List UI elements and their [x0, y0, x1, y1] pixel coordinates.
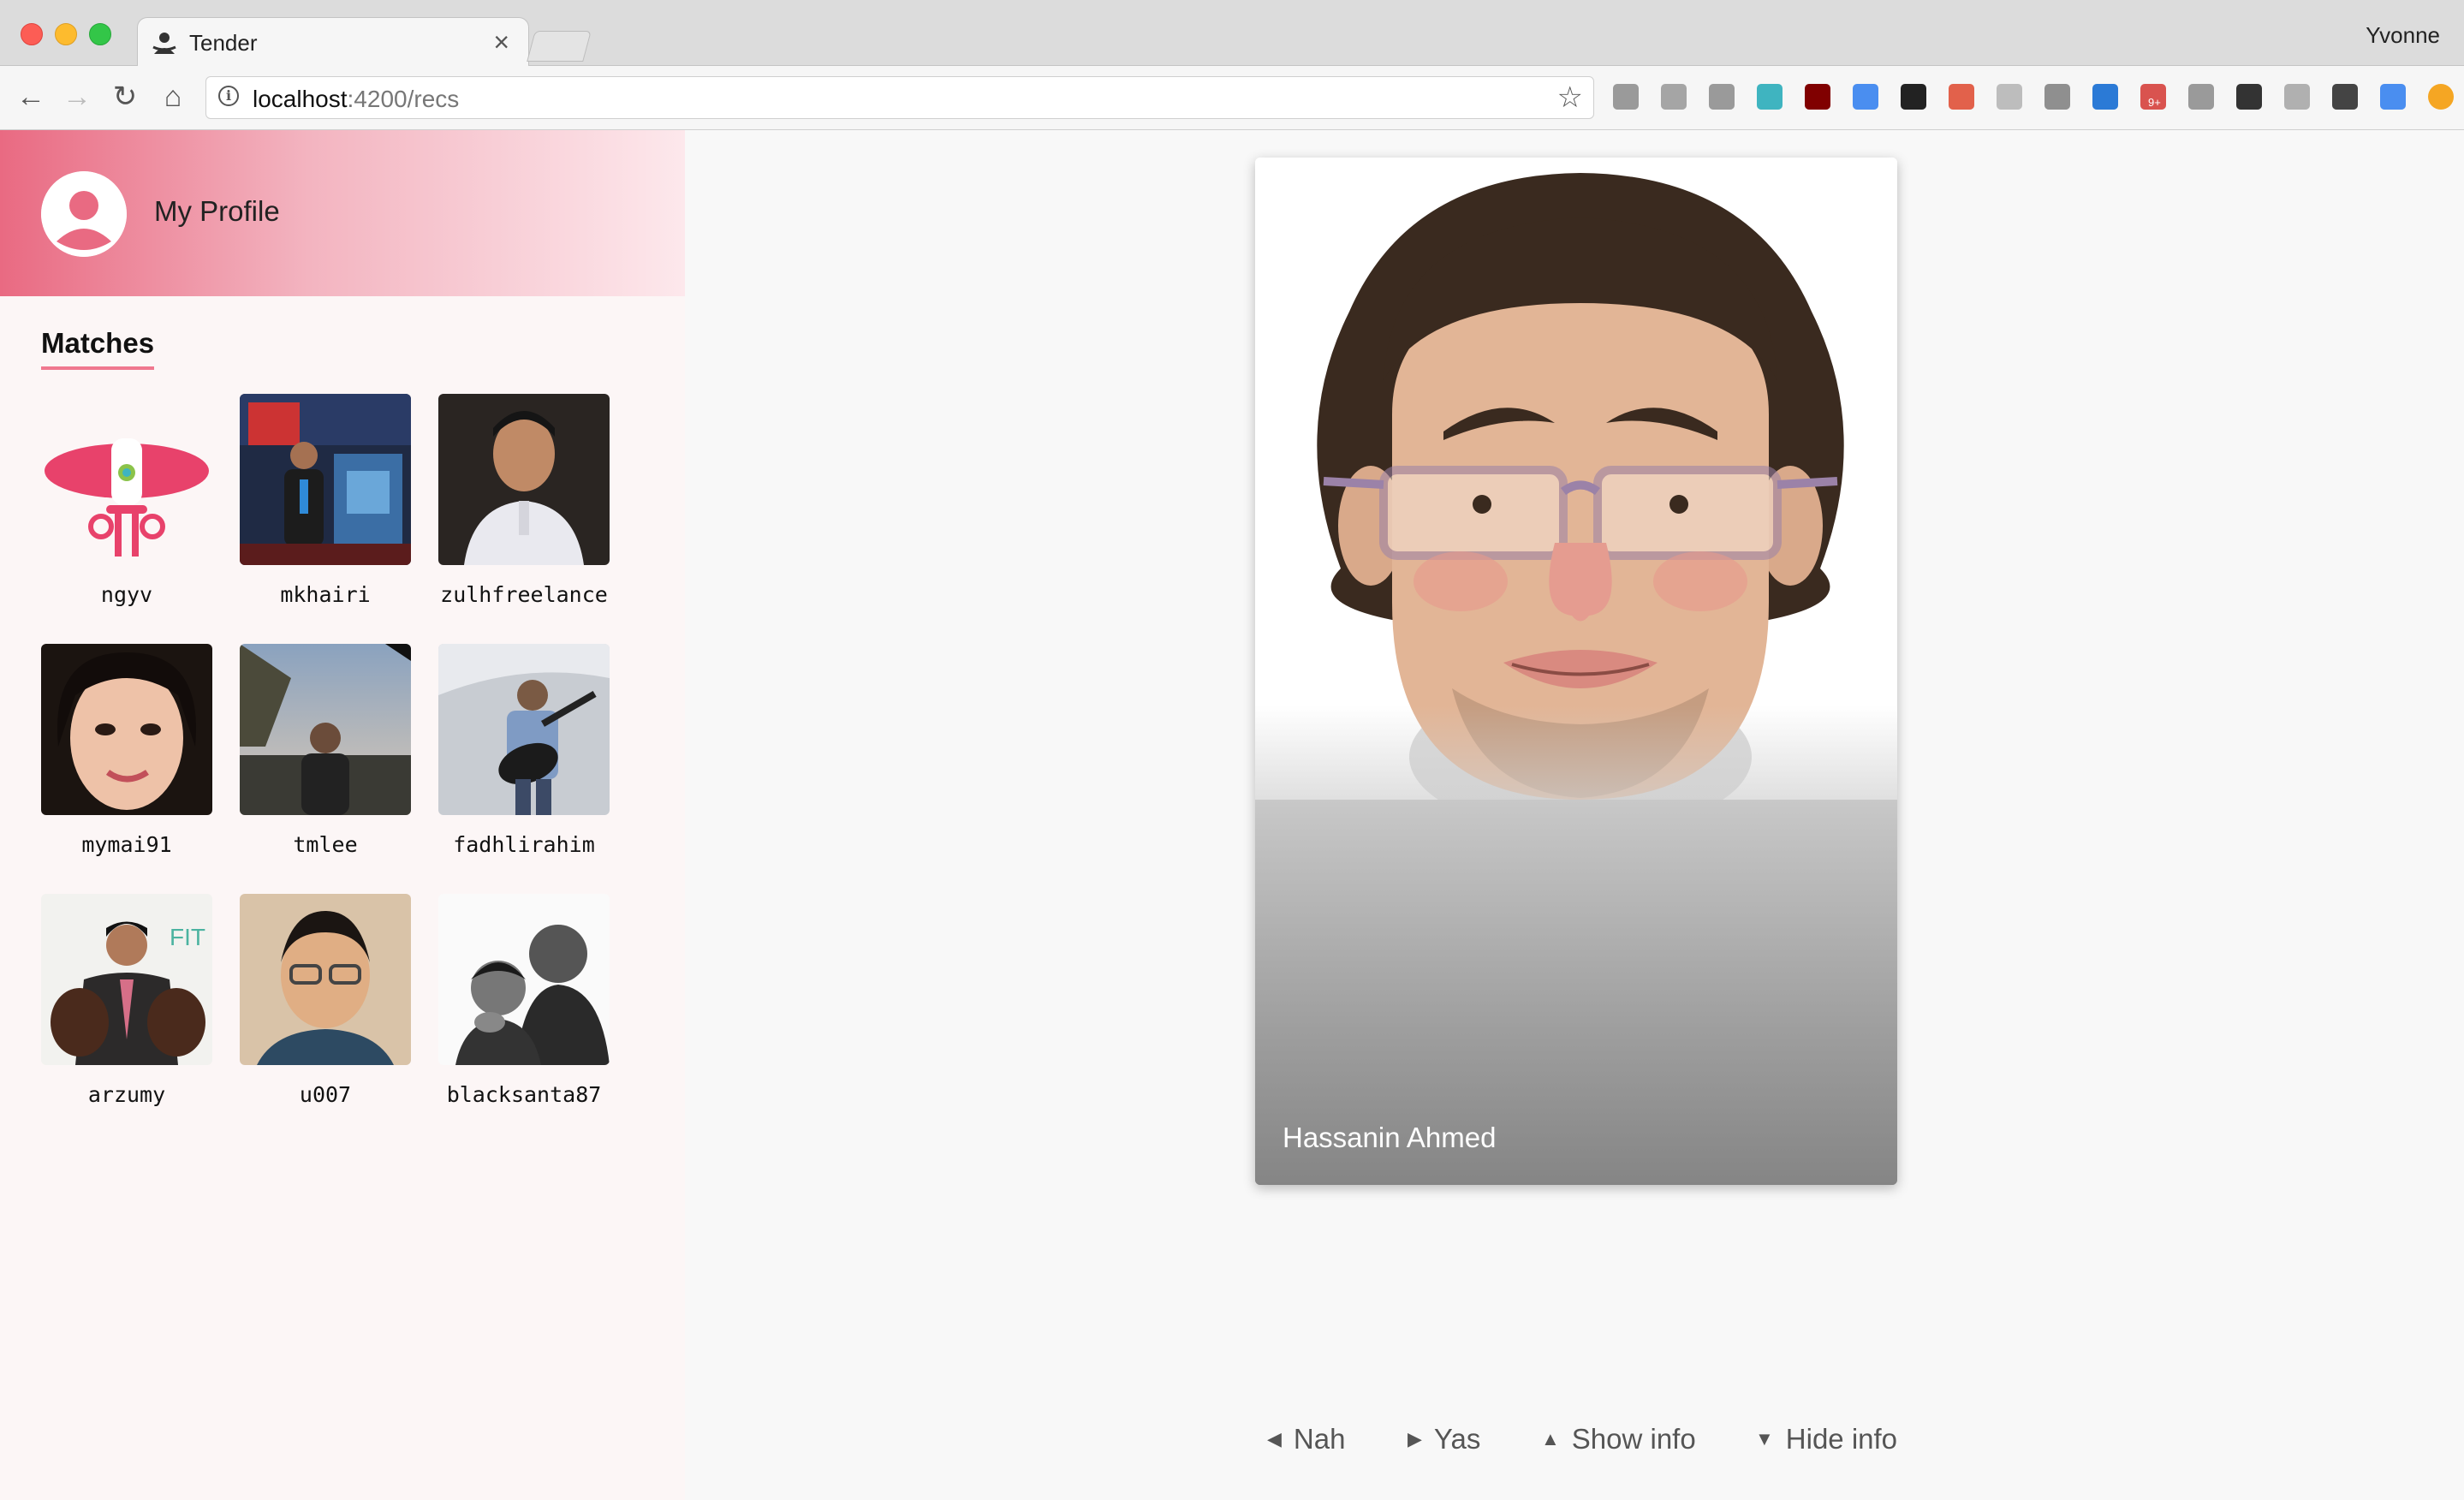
hide-info-button[interactable]: ▼ Hide info — [1755, 1418, 1897, 1461]
match-photo — [240, 394, 411, 565]
browser-titlebar: Tender × Yvonne — [0, 0, 2464, 68]
slash-icon[interactable] — [2188, 84, 2214, 110]
match-tile-arzumy[interactable]: FIT arzumy — [41, 894, 212, 1116]
browser-toolbar: ← → ↻ ⌂ i localhost:4200/recs ☆ 9+ — [0, 66, 2464, 130]
book-icon[interactable] — [2092, 84, 2118, 110]
recommendation-card[interactable]: Hassanin Ahmed — [1255, 158, 1897, 1185]
match-photo — [41, 644, 212, 815]
show-info-button[interactable]: ▲ Show info — [1541, 1418, 1696, 1461]
match-tile-tmlee[interactable]: tmlee — [240, 644, 411, 866]
bookmark-star-icon[interactable]: ☆ — [1557, 80, 1583, 115]
reload-icon[interactable]: ↻ — [108, 80, 142, 114]
tab-close-icon[interactable]: × — [493, 27, 509, 58]
braces-icon[interactable] — [1709, 84, 1735, 110]
match-photo — [438, 394, 610, 565]
profile-avatar-icon — [41, 171, 127, 257]
cloud-icon[interactable] — [1661, 84, 1687, 110]
eyedropper-icon[interactable] — [1853, 84, 1878, 110]
minimize-window-button[interactable] — [55, 23, 77, 45]
match-photo: FIT — [41, 894, 212, 1065]
bar-chart-icon[interactable] — [1613, 84, 1639, 110]
caret-right-icon: ▶ — [1408, 1428, 1422, 1449]
match-tile-fadhlirahim[interactable]: fadhlirahim — [438, 644, 610, 866]
yas-label: Yas — [1433, 1423, 1481, 1455]
hide-info-label: Hide info — [1785, 1423, 1898, 1455]
alert-icon[interactable] — [2428, 84, 2454, 110]
site-info-icon[interactable]: i — [218, 86, 239, 106]
maximize-window-button[interactable] — [89, 23, 111, 45]
match-name: fadhlirahim — [453, 832, 595, 857]
tree-icon[interactable] — [2284, 84, 2310, 110]
back-arrow-icon[interactable]: ← — [14, 80, 48, 114]
match-tile-mymai91[interactable]: mymai91 — [41, 644, 212, 866]
address-bar[interactable]: i localhost:4200/recs ☆ — [205, 76, 1594, 119]
caret-left-icon: ◀ — [1267, 1428, 1282, 1449]
match-name: blacksanta87 — [446, 1082, 602, 1107]
browser-user-name[interactable]: Yvonne — [2366, 22, 2440, 49]
shield-icon[interactable] — [1949, 84, 1974, 110]
match-avatar — [41, 394, 212, 565]
matches-title: Matches — [41, 327, 155, 370]
browser-tab-active[interactable]: Tender × — [137, 17, 529, 68]
match-name: u007 — [299, 1082, 352, 1107]
match-tile-zulhfreelance[interactable]: zulhfreelance — [438, 394, 610, 616]
match-tile-mkhairi[interactable]: mkhairi — [240, 394, 411, 616]
url-text: localhost:4200/recs — [253, 86, 460, 112]
cb-icon[interactable] — [2044, 84, 2070, 110]
my-profile-header[interactable]: My Profile — [0, 130, 685, 296]
translate-icon[interactable] — [2380, 84, 2406, 110]
w-icon[interactable] — [2332, 84, 2358, 110]
bracket-icon[interactable] — [2236, 84, 2262, 110]
teal-m-icon[interactable] — [1757, 84, 1783, 110]
notification-badge: 9+ — [2146, 96, 2163, 109]
sidebar: My Profile Matches ngyv mkhairi zulhfree… — [0, 130, 685, 1500]
react-icon[interactable] — [1997, 84, 2022, 110]
match-photo — [240, 894, 411, 1065]
caret-down-icon: ▼ — [1755, 1428, 1774, 1449]
caret-up-icon: ▲ — [1541, 1428, 1560, 1449]
tab-title: Tender — [189, 30, 258, 56]
match-photo — [438, 894, 610, 1065]
match-name: zulhfreelance — [440, 582, 608, 607]
match-name: mymai91 — [81, 832, 172, 857]
show-info-label: Show info — [1571, 1423, 1696, 1455]
d-icon[interactable] — [1901, 84, 1926, 110]
match-name: arzumy — [87, 1082, 166, 1107]
svg-text:FIT: FIT — [170, 924, 205, 950]
nah-button[interactable]: ◀ Nah — [1267, 1418, 1345, 1461]
match-name: mkhairi — [280, 582, 371, 607]
match-tile-u007[interactable]: u007 — [240, 894, 411, 1116]
match-tile-ngyv[interactable]: ngyv — [41, 394, 212, 616]
new-tab-button[interactable] — [527, 31, 592, 62]
home-icon[interactable]: ⌂ — [156, 80, 190, 114]
match-name: tmlee — [293, 832, 358, 857]
yas-button[interactable]: ▶ Yas — [1408, 1418, 1480, 1461]
match-tile-blacksanta87[interactable]: blacksanta87 — [438, 894, 610, 1116]
match-name: ngyv — [100, 582, 153, 607]
my-profile-label: My Profile — [154, 195, 280, 227]
ublock-icon[interactable] — [1805, 84, 1830, 110]
close-window-button[interactable] — [21, 23, 43, 45]
nah-label: Nah — [1293, 1423, 1346, 1455]
match-photo — [438, 644, 610, 815]
forward-arrow-icon[interactable]: → — [60, 80, 94, 114]
card-name: Hassanin Ahmed — [1283, 1122, 1497, 1153]
card-photo — [1255, 158, 1897, 800]
tender-favicon-icon — [152, 33, 176, 54]
globe-badge-icon[interactable]: 9+ — [2140, 84, 2166, 110]
match-photo — [240, 644, 411, 815]
